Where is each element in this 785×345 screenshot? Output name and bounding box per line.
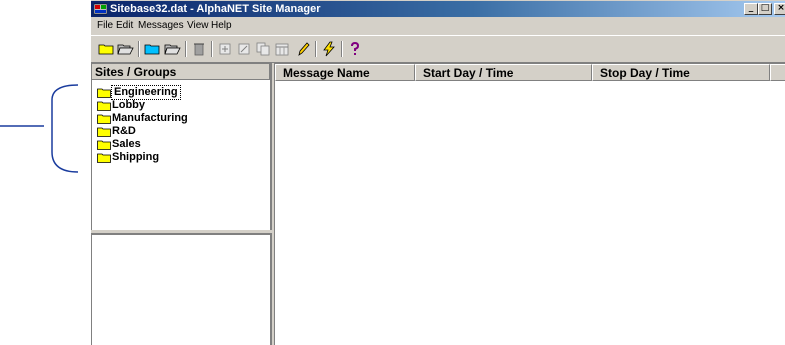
new-folder-icon[interactable] (97, 40, 115, 58)
message-list[interactable]: Message Name Start Day / Time Stop Day /… (274, 63, 785, 345)
menu-help[interactable]: Help (211, 20, 232, 32)
column-header-stop-time[interactable]: Stop Day / Time (592, 64, 770, 81)
menu-file[interactable]: File (97, 20, 113, 32)
folder-icon (97, 153, 111, 163)
menu-edit[interactable]: Edit (116, 20, 133, 32)
maximize-button[interactable]: □ (758, 3, 772, 15)
trash-icon[interactable] (190, 40, 208, 58)
new-folder-icon[interactable] (143, 40, 161, 58)
column-header-label: Message Name (283, 66, 370, 80)
sites-groups-panel: Sites / Groups Engineering Lobby Manufac… (91, 63, 272, 230)
folder-icon (97, 114, 111, 124)
site-item-label: R&D (112, 125, 136, 137)
details-panel[interactable] (91, 233, 272, 345)
app-window: Sitebase32.dat - AlphaNET Site Manager _… (91, 0, 785, 345)
toolbar-separator (211, 41, 213, 57)
sites-groups-header-label: Sites / Groups (95, 65, 177, 79)
menu-messages[interactable]: Messages (138, 20, 184, 32)
site-item-label: Shipping (112, 151, 160, 163)
site-item-label: Sales (112, 138, 141, 150)
lightning-icon[interactable] (320, 40, 338, 58)
help-icon[interactable] (346, 40, 364, 58)
annotation-bracket (0, 84, 79, 173)
site-item-label: Engineering (111, 85, 181, 100)
copy-message-icon[interactable] (254, 40, 272, 58)
column-header-start-time[interactable]: Start Day / Time (415, 64, 592, 81)
pencil-icon[interactable] (294, 40, 312, 58)
toolbar-separator (185, 41, 187, 57)
folder-icon (97, 101, 111, 111)
edit-message-icon[interactable] (235, 40, 253, 58)
site-item-label: Lobby (112, 99, 145, 111)
close-button[interactable]: × (774, 3, 785, 15)
column-header-filler (770, 64, 785, 81)
title-bar[interactable]: Sitebase32.dat - AlphaNET Site Manager _… (91, 1, 785, 17)
column-header-label: Start Day / Time (423, 66, 514, 80)
menu-bar: File Edit Messages View Help (91, 17, 785, 35)
sites-groups-header[interactable]: Sites / Groups (92, 64, 270, 80)
folder-icon (97, 127, 111, 137)
folder-icon (97, 88, 111, 98)
open-folder-icon[interactable] (116, 40, 134, 58)
window-title: Sitebase32.dat - AlphaNET Site Manager (110, 3, 321, 15)
toolbar-separator (315, 41, 317, 57)
toolbar-separator (341, 41, 343, 57)
column-header-label: Stop Day / Time (600, 66, 690, 80)
toolbar (91, 35, 785, 63)
open-folder-icon[interactable] (163, 40, 181, 58)
schedule-icon[interactable] (273, 40, 291, 58)
minimize-button[interactable]: _ (744, 3, 758, 15)
toolbar-separator (138, 41, 140, 57)
menu-view[interactable]: View (187, 20, 209, 32)
folder-icon (97, 140, 111, 150)
app-icon (94, 3, 107, 15)
add-message-icon[interactable] (216, 40, 234, 58)
column-header-message-name[interactable]: Message Name (275, 64, 415, 81)
site-item-label: Manufacturing (112, 112, 188, 124)
